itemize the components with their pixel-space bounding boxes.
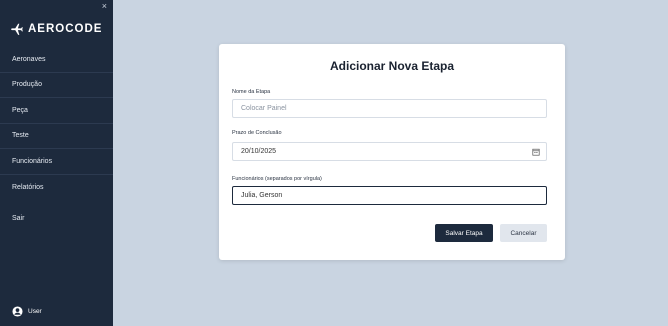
sidebar-item-peca[interactable]: Peça: [0, 98, 113, 124]
user-icon: [12, 306, 23, 317]
calendar-icon[interactable]: [532, 148, 540, 156]
employees-input[interactable]: Julia, Gerson: [232, 186, 547, 205]
user-menu[interactable]: User: [12, 306, 42, 317]
deadline-input[interactable]: 20/10/2025: [232, 142, 547, 161]
sidebar: × AEROCODE Aeronaves Produção Peça Teste…: [0, 0, 113, 326]
user-name: User: [28, 308, 42, 315]
brand-name: AEROCODE: [28, 23, 103, 35]
sidebar-item-sair[interactable]: Sair: [12, 215, 24, 222]
sidebar-nav: Aeronaves Produção Peça Teste Funcionári…: [0, 47, 113, 200]
modal-title: Adicionar Nova Etapa: [329, 59, 455, 73]
add-stage-modal: Adicionar Nova Etapa Nome da Etapa Coloc…: [219, 44, 565, 260]
stage-name-input[interactable]: Colocar Painel: [232, 99, 547, 118]
sidebar-item-aeronaves[interactable]: Aeronaves: [0, 47, 113, 73]
airplane-icon: [11, 23, 23, 35]
stage-name-label: Nome da Etapa: [232, 89, 271, 95]
save-stage-button[interactable]: Salvar Etapa: [435, 224, 493, 242]
deadline-value: 20/10/2025: [241, 148, 277, 155]
brand-logo: AEROCODE: [10, 22, 102, 36]
cancel-button[interactable]: Cancelar: [500, 224, 547, 242]
sidebar-item-relatorios[interactable]: Relatórios: [0, 175, 113, 201]
employees-label: Funcionários (separados por vírgula): [232, 176, 322, 182]
sidebar-item-teste[interactable]: Teste: [0, 124, 113, 149]
deadline-label: Prazo de Conclusão: [232, 130, 282, 136]
close-icon[interactable]: ×: [102, 2, 107, 11]
sidebar-item-producao[interactable]: Produção: [0, 73, 113, 98]
sidebar-item-funcionarios[interactable]: Funcionários: [0, 149, 113, 175]
